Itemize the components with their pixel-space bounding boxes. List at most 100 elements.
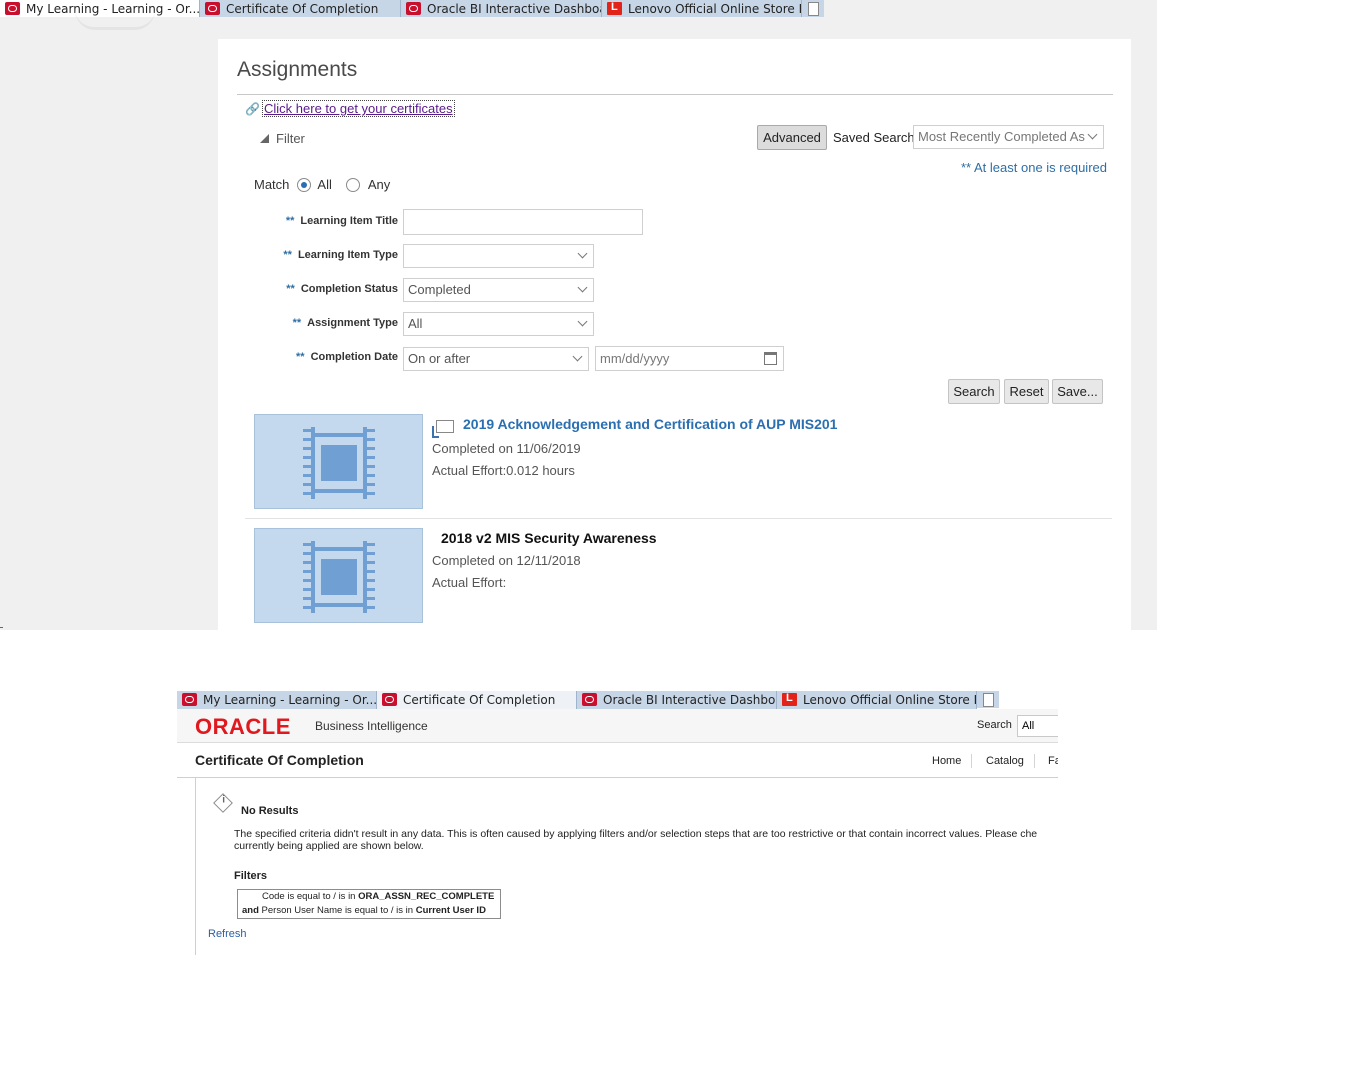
tab-label: My Learning - Learning - Or... [203,693,377,707]
tab-label: Lenovo Official Online Store In... [803,693,977,707]
item-divider [245,518,1112,519]
chevron-down-icon [577,316,588,327]
search-button[interactable]: Search [948,379,1000,404]
saved-search-label: Saved Search [833,130,915,145]
page-title: Assignments [237,58,358,81]
search-scope-select[interactable]: All [1017,715,1058,737]
product-name: Business Intelligence [315,719,428,733]
course-thumbnail[interactable] [254,528,423,623]
browser-tab-certificate[interactable]: Certificate Of Completion [200,0,401,17]
oracle-icon [5,2,20,15]
save-button[interactable]: Save... [1052,379,1103,404]
nav-home-link[interactable]: Home [932,755,961,767]
completion-date-operator-select[interactable]: On or after [403,347,589,371]
assignments-panel: Assignments 🔗 Click here to get your cer… [218,39,1131,630]
learning-screenshot: My Learning - Learning - Or... ✕ Certifi… [0,0,1157,630]
chevron-down-icon [572,351,583,362]
match-label: Match [254,177,290,192]
browser-tab-my-learning[interactable]: My Learning - Learning - Or... ✕ [177,691,377,709]
filter-conjunction: and [242,905,259,916]
filter-toggle[interactable]: Filter [260,131,305,146]
obi-header: ORACLE Business Intelligence Search All [177,709,1058,743]
message-line: currently being applied are shown below. [234,840,424,852]
filter-line: Code is equal to / is in ORA_ASSN_REC_CO… [262,891,494,902]
oracle-icon [205,2,220,15]
new-tab-icon[interactable] [977,691,999,708]
tab-label: Certificate Of Completion [403,693,556,707]
item-title-link[interactable]: 2019 Acknowledgement and Certification o… [463,416,837,432]
completion-date-input[interactable]: mm/dd/yyyy [595,346,784,371]
nav-divider [1034,754,1035,768]
browser-tab-oracle-bi[interactable]: Oracle BI Interactive Dashboar... [577,691,777,709]
info-icon: i [213,793,233,813]
match-all-label: All [317,177,332,192]
link-icon: 🔗 [245,101,260,116]
match-row: Match All Any [254,177,390,192]
completion-status-row: ** Completion Status [258,277,398,303]
tab-label: Oracle BI Interactive Dashboar... [603,693,776,707]
item-effort: Actual Effort: [432,575,507,590]
completion-status-select[interactable]: Completed [403,278,594,302]
divider [0,627,3,628]
field-label: ** Learning Item Title [285,215,398,227]
course-thumbnail[interactable] [254,414,423,509]
calendar-icon[interactable] [764,352,777,365]
no-results-message: The specified criteria didn't result in … [234,828,1058,852]
no-results-title: No Results [241,805,299,817]
match-all-radio[interactable] [297,177,312,192]
filter-text: Code is equal to / is in [262,891,356,902]
filter-text: Person User Name is equal to / is in [261,905,414,916]
select-value: All [408,316,423,331]
obi-screenshot: My Learning - Learning - Or... ✕ Certifi… [177,691,1058,955]
item-effort: Actual Effort:0.012 hours [432,463,575,478]
nav-favorites-link[interactable]: Fa [1048,755,1058,767]
learning-item-title-input[interactable] [403,209,643,235]
page-title: Certificate Of Completion [195,752,364,768]
advanced-button[interactable]: Advanced [757,125,827,150]
field-label: ** Completion Date [296,351,398,363]
saved-search-select[interactable]: Most Recently Completed As [913,125,1104,149]
nav-catalog-link[interactable]: Catalog [986,755,1024,767]
no-results-panel: i No Results The specified criteria didn… [195,778,1058,955]
list-item: 2018 v2 MIS Security Awareness Completed… [254,528,1114,628]
lenovo-icon: L [607,1,622,15]
field-label: ** Assignment Type [292,317,398,329]
filters-box: Code is equal to / is in ORA_ASSN_REC_CO… [237,889,501,919]
required-note: ** At least one is required [961,160,1107,175]
reset-button[interactable]: Reset [1004,379,1049,404]
saved-search-value: Most Recently Completed As [918,129,1085,144]
browser-tab-bar: My Learning - Learning - Or... ✕ Certifi… [177,691,999,709]
refresh-link[interactable]: Refresh [208,928,247,940]
browser-tab-lenovo[interactable]: L Lenovo Official Online Store In... [602,0,802,17]
browser-tab-lenovo[interactable]: L Lenovo Official Online Store In... [777,691,977,709]
lenovo-icon: L [782,692,797,706]
get-certificates-link[interactable]: Click here to get your certificates [262,100,455,117]
film-icon [303,541,375,613]
browser-tab-oracle-bi[interactable]: Oracle BI Interactive Dashboar... [401,0,602,17]
new-tab-icon[interactable] [802,0,824,17]
item-completed: Completed on 12/11/2018 [432,553,581,568]
obi-title-bar: Certificate Of Completion Home Catalog F… [177,744,1058,778]
field-label: ** Learning Item Type [283,249,398,261]
presentation-icon [432,420,454,438]
learning-item-title-row: ** Learning Item Title [258,209,398,235]
tab-label: Lenovo Official Online Store In... [628,1,802,16]
oracle-icon [582,693,597,706]
item-title[interactable]: 2018 v2 MIS Security Awareness [441,530,657,546]
completion-date-row: ** Completion Date [258,345,398,371]
avatar [75,10,155,30]
field-label: ** Completion Status [286,283,398,295]
learning-item-type-row: ** Learning Item Type [258,243,398,269]
chevron-down-icon [1087,129,1098,140]
message-line: The specified criteria didn't result in … [234,828,1038,840]
chevron-down-icon [577,248,588,259]
tab-label: Oracle BI Interactive Dashboar... [427,1,601,16]
browser-tab-certificate[interactable]: Certificate Of Completion ✕ [377,691,577,709]
assignment-type-select[interactable]: All [403,312,594,336]
match-any-radio[interactable] [345,177,360,192]
tab-label: Certificate Of Completion [226,1,379,16]
learning-item-type-select[interactable] [403,244,594,268]
filter-label: Filter [276,131,305,146]
filter-line: and Person User Name is equal to / is in… [242,905,486,916]
collapse-triangle-icon [260,134,269,143]
